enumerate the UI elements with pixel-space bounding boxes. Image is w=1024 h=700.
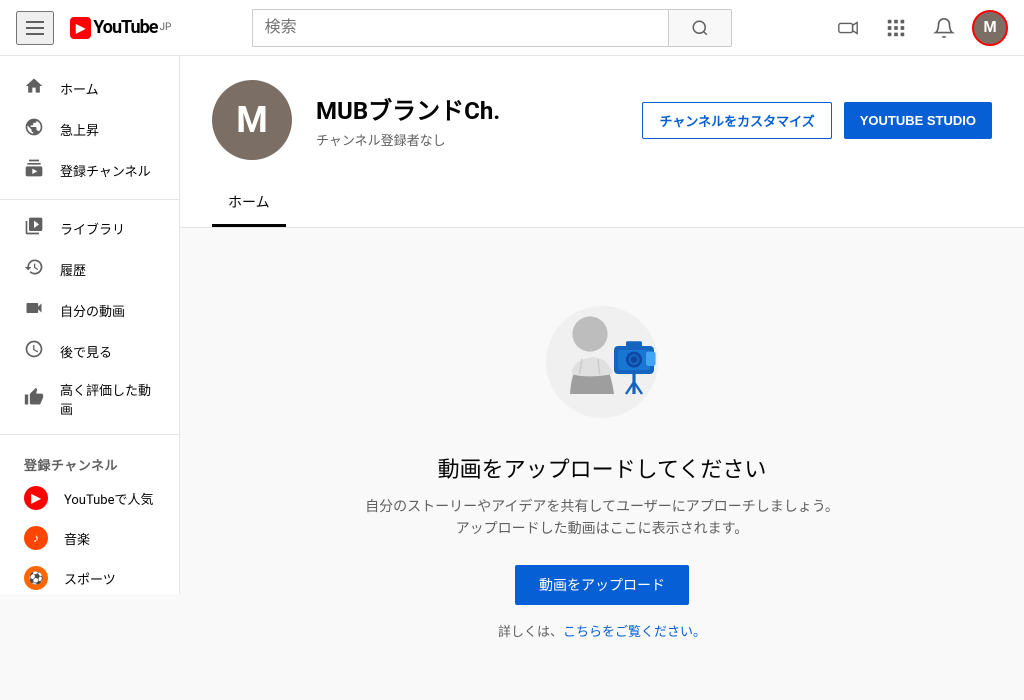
channel-header: M MUBブランドCh. チャンネル登録者なし チャンネルをカスタマイズ YOU…: [180, 56, 1024, 228]
header-center: [171, 9, 812, 47]
thumbs-up-icon: [24, 387, 44, 412]
sidebar-item-label: 急上昇: [60, 120, 99, 139]
library-icon: [24, 216, 44, 241]
sidebar-item-music[interactable]: ♪ 音楽: [0, 518, 179, 558]
header-left: ▶ YouTubeJP: [16, 11, 171, 45]
my-videos-icon: [24, 298, 44, 323]
sidebar-item-label: 履歴: [60, 260, 86, 279]
sidebar-item-watch-later[interactable]: 後で見る: [0, 331, 179, 372]
upload-description: 自分のストーリーやアイデアを共有してユーザーにアプローチしましょう。 アップロー…: [365, 496, 839, 541]
hamburger-menu-button[interactable]: [16, 11, 54, 45]
search-button[interactable]: [668, 9, 732, 47]
channel-subscribers: チャンネル登録者なし: [316, 130, 618, 149]
bell-icon: [933, 17, 955, 39]
subscriptions-icon: [24, 158, 44, 183]
yt-logo-text: YouTube: [93, 17, 157, 38]
search-bar: [252, 9, 732, 47]
channel-actions: チャンネルをカスタマイズ YOUTUBE STUDIO: [642, 102, 992, 139]
sidebar-item-my-videos[interactable]: 自分の動画: [0, 290, 179, 331]
apps-button[interactable]: [876, 8, 916, 48]
channel-info: M MUBブランドCh. チャンネル登録者なし チャンネルをカスタマイズ YOU…: [212, 80, 992, 160]
apps-icon: [885, 17, 907, 39]
youtube-studio-button[interactable]: YOUTUBE STUDIO: [844, 102, 992, 139]
channel-avatar-sports: ⚽: [24, 566, 48, 590]
subscriptions-section-title: 登録チャンネル: [0, 443, 179, 478]
upload-illustration: [522, 288, 682, 428]
main-content: M MUBブランドCh. チャンネル登録者なし チャンネルをカスタマイズ YOU…: [180, 56, 1024, 700]
yt-logo-region: JP: [159, 22, 171, 33]
video-camera-button[interactable]: [828, 8, 868, 48]
sidebar-item-label: 登録チャンネル: [60, 161, 151, 180]
avatar-button[interactable]: M: [972, 10, 1008, 46]
upload-title: 動画をアップロードしてください: [438, 452, 767, 484]
sidebar-item-label: 自分の動画: [60, 301, 125, 320]
upload-more-info: 詳しくは、こちらをご覧ください。: [498, 621, 706, 640]
search-icon: [691, 19, 709, 37]
yt-logo-icon: ▶: [70, 17, 91, 39]
notifications-button[interactable]: [924, 8, 964, 48]
upload-desc-line2: アップロードした動画はここに表示されます。: [456, 521, 749, 537]
sidebar-item-liked[interactable]: 高く評価した動画: [0, 372, 179, 426]
divider: [0, 199, 179, 200]
channel-avatar-music: ♪: [24, 526, 48, 550]
channel-details: MUBブランドCh. チャンネル登録者なし: [316, 91, 618, 149]
header: ▶ YouTubeJP M: [0, 0, 1024, 56]
upload-desc-line1: 自分のストーリーやアイデアを共有してユーザーにアプローチしましょう。: [365, 499, 839, 515]
sidebar-item-label: YouTubeで人気: [64, 489, 154, 508]
empty-state: 動画をアップロードしてください 自分のストーリーやアイデアを共有してユーザーにア…: [180, 228, 1024, 700]
channel-tabs: ホーム: [212, 180, 992, 227]
history-icon: [24, 257, 44, 282]
customize-channel-button[interactable]: チャンネルをカスタマイズ: [642, 102, 831, 139]
tab-home[interactable]: ホーム: [212, 180, 286, 227]
sidebar-item-label: 後で見る: [60, 342, 112, 361]
search-input[interactable]: [252, 9, 668, 47]
youtube-logo[interactable]: ▶ YouTubeJP: [70, 17, 171, 39]
video-camera-icon: [837, 17, 859, 39]
watch-later-icon: [24, 339, 44, 364]
upload-link-anchor[interactable]: こちらをご覧ください。: [563, 625, 706, 640]
header-right: M: [828, 8, 1008, 48]
sidebar-item-library[interactable]: ライブラリ: [0, 208, 179, 249]
divider: [0, 434, 179, 435]
sidebar-item-yt-popular[interactable]: ▶ YouTubeで人気: [0, 478, 179, 518]
sidebar-item-trending[interactable]: 急上昇: [0, 109, 179, 150]
channel-avatar-letter: M: [236, 99, 268, 141]
sidebar-item-label: ホーム: [60, 79, 99, 98]
sidebar-item-label: 高く評価した動画: [60, 380, 155, 418]
trending-icon: [24, 117, 44, 142]
sidebar-item-label: ライブラリ: [60, 219, 125, 238]
channel-name: MUBブランドCh.: [316, 91, 618, 126]
sidebar-item-sports[interactable]: ⚽ スポーツ: [0, 558, 179, 594]
sidebar-item-home[interactable]: ホーム: [0, 68, 179, 109]
home-icon: [24, 76, 44, 101]
sidebar-item-label: 音楽: [64, 529, 90, 548]
sidebar: ホーム 急上昇 登録チャンネル ライブラリ 履歴 自分の動画 後で: [0, 56, 180, 594]
sidebar-item-history[interactable]: 履歴: [0, 249, 179, 290]
channel-avatar: M: [212, 80, 292, 160]
sidebar-item-label: スポーツ: [64, 569, 116, 588]
sidebar-item-subscriptions[interactable]: 登録チャンネル: [0, 150, 179, 191]
upload-video-button[interactable]: 動画をアップロード: [515, 565, 689, 605]
upload-link-text: 詳しくは、: [498, 625, 563, 640]
avatar-letter: M: [983, 19, 996, 37]
channel-avatar-yt-popular: ▶: [24, 486, 48, 510]
